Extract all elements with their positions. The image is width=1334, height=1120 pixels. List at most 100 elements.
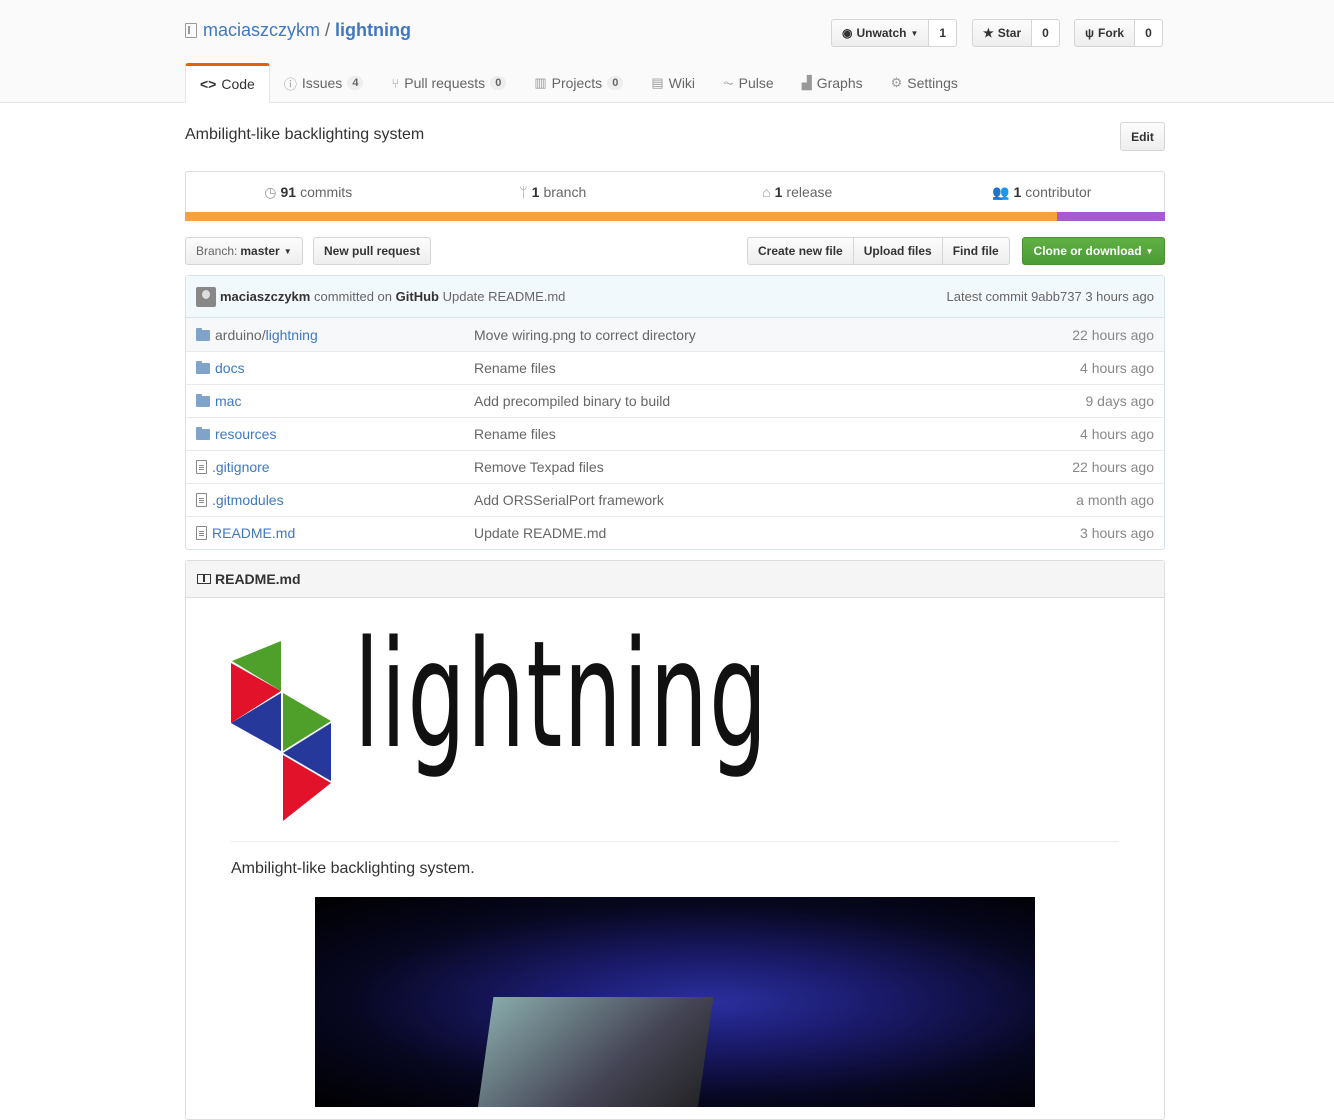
file-commit-message[interactable]: Add ORSSerialPort framework <box>474 492 1076 508</box>
tab-settings[interactable]: ⚙ Settings <box>877 63 972 103</box>
repo-owner-link[interactable]: maciaszczykm <box>203 20 320 41</box>
edit-description-button[interactable]: Edit <box>1120 122 1165 151</box>
contributors-label: contributor <box>1025 184 1092 200</box>
file-row[interactable]: .gitmodules Add ORSSerialPort framework a … <box>186 483 1164 516</box>
commit-verb: committed on <box>313 289 393 304</box>
fork-action: ψ Fork 0 <box>1074 19 1163 47</box>
repo-nav: <> Code ⓘ Issues 4 ⑂ Pull requests 0 ▥ P… <box>185 63 972 103</box>
folder-icon <box>196 327 210 341</box>
divider <box>231 841 1119 842</box>
releases-count: 1 <box>774 184 783 200</box>
file-name-cell: resources <box>196 426 474 442</box>
star-button[interactable]: ★ Star <box>972 19 1033 47</box>
code-icon: <> <box>200 76 217 92</box>
projects-counter: 0 <box>607 76 624 90</box>
logo-triangles-icon <box>231 641 331 821</box>
file-commit-message[interactable]: Remove Texpad files <box>474 459 1072 475</box>
tab-issues[interactable]: ⓘ Issues 4 <box>270 63 378 103</box>
file-row[interactable]: mac Add precompiled binary to build 9 days… <box>186 384 1164 417</box>
latest-commit-info: Latest commit 9abb737 3 hours ago <box>947 289 1154 304</box>
fork-icon: ψ <box>1085 26 1095 40</box>
branch-icon: ᛘ <box>519 184 528 200</box>
tab-graphs[interactable]: ▟ Graphs <box>788 63 877 103</box>
star-label: Star <box>997 26 1022 40</box>
eye-icon: ◉ <box>842 26 853 40</box>
file-name-link[interactable]: resources <box>215 426 276 442</box>
watch-count[interactable]: 1 <box>929 19 958 47</box>
unwatch-button[interactable]: ◉ Unwatch ▼ <box>831 19 930 47</box>
file-age: 9 days ago <box>1085 393 1155 409</box>
branch-select[interactable]: Branch: master ▼ <box>185 237 303 265</box>
file-row[interactable]: README.md Update README.md 3 hours ago <box>186 516 1164 549</box>
tab-pulse-label: Pulse <box>738 75 774 91</box>
tab-wiki[interactable]: ▤ Wiki <box>637 63 709 103</box>
file-commit-message[interactable]: Rename files <box>474 360 1080 376</box>
file-row[interactable]: .gitignore Remove Texpad files 22 hours ag… <box>186 450 1164 483</box>
file-commit-message[interactable]: Update README.md <box>474 525 1080 541</box>
caret-down-icon: ▼ <box>1145 246 1154 256</box>
file-commit-message[interactable]: Add precompiled binary to build <box>474 393 1086 409</box>
file-commit-message[interactable]: Rename files <box>474 426 1080 442</box>
folder-icon <box>196 394 210 407</box>
file-name-link[interactable]: .gitmodules <box>212 492 284 508</box>
file-name-link[interactable]: .gitignore <box>212 459 270 475</box>
fork-count[interactable]: 0 <box>1135 19 1163 47</box>
repo-separator: / <box>325 20 331 40</box>
upload-files-button[interactable]: Upload files <box>852 237 943 265</box>
tab-wiki-label: Wiki <box>668 75 696 91</box>
clone-download-button[interactable]: Clone or download ▼ <box>1022 237 1165 265</box>
commit-author-link[interactable]: maciaszczykm <box>220 289 310 304</box>
project-icon: ▥ <box>534 75 547 90</box>
file-age: 4 hours ago <box>1080 360 1154 376</box>
repo-description: Ambilight-like backlighting system <box>185 126 425 143</box>
readme-logo-text: lightning <box>354 609 769 781</box>
file-navigation-buttons: Create new file Upload files Find file <box>747 237 1010 265</box>
file-row[interactable]: arduino/lightning Move wiring.png to corr… <box>186 318 1164 351</box>
language-bar[interactable] <box>185 212 1165 221</box>
unwatch-label: Unwatch <box>856 26 907 40</box>
tab-pull-requests[interactable]: ⑂ Pull requests 0 <box>377 63 520 103</box>
file-name-link[interactable]: README.md <box>212 525 295 541</box>
repo-header: maciaszczykm / lightning ◉ Unwatch ▼ 1 ★… <box>0 0 1334 103</box>
find-file-button[interactable]: Find file <box>941 237 1010 265</box>
readme-header: README.md <box>186 561 1164 598</box>
issue-icon: ⓘ <box>283 76 297 92</box>
folder-icon <box>196 361 210 374</box>
star-count[interactable]: 0 <box>1032 19 1060 47</box>
file-name-link[interactable]: mac <box>215 393 241 409</box>
file-name-link[interactable]: docs <box>215 360 245 376</box>
readme-title: README.md <box>215 571 301 587</box>
graph-icon: ▟ <box>801 75 812 90</box>
file-age: a month ago <box>1076 492 1154 508</box>
tab-projects[interactable]: ▥ Projects 0 <box>520 63 637 103</box>
file-age: 22 hours ago <box>1072 459 1154 475</box>
repo-name-link[interactable]: lightning <box>335 20 411 41</box>
fork-button[interactable]: ψ Fork <box>1074 19 1136 47</box>
file-row[interactable]: docs Rename files 4 hours ago <box>186 351 1164 384</box>
file-name: mac <box>215 393 242 409</box>
file-name: docs <box>215 360 245 376</box>
file-age: 22 hours ago <box>1072 326 1154 343</box>
tab-pulse[interactable]: ⏦ Pulse <box>709 63 788 103</box>
file-commit-message[interactable]: Move wiring.png to correct directory <box>474 327 1072 343</box>
tab-code[interactable]: <> Code <box>185 63 270 103</box>
branches-label: branch <box>543 184 587 200</box>
language-segment <box>1057 212 1165 221</box>
demo-photo-screen <box>476 997 714 1107</box>
pulse-icon: ⏦ <box>723 75 734 90</box>
file-name: lightning <box>265 326 318 343</box>
releases-label: release <box>786 184 833 200</box>
file-name: resources <box>215 426 277 442</box>
new-pull-request-button[interactable]: New pull request <box>313 237 432 265</box>
file-age: 4 hours ago <box>1080 426 1154 442</box>
file-row[interactable]: resources Rename files 4 hours ago <box>186 417 1164 450</box>
create-new-file-button[interactable]: Create new file <box>747 237 854 265</box>
file-path-prefix: arduino/ <box>215 326 266 343</box>
star-icon: ★ <box>983 26 994 40</box>
file-name-cell: docs <box>196 360 474 376</box>
clone-download-label: Clone or download <box>1033 244 1142 258</box>
commit-sha-link[interactable]: 9abb737 <box>1031 289 1082 304</box>
file-name-link[interactable]: arduino/lightning <box>215 327 318 343</box>
avatar[interactable] <box>196 286 216 307</box>
commit-message-link[interactable]: Update README.md <box>443 289 566 304</box>
